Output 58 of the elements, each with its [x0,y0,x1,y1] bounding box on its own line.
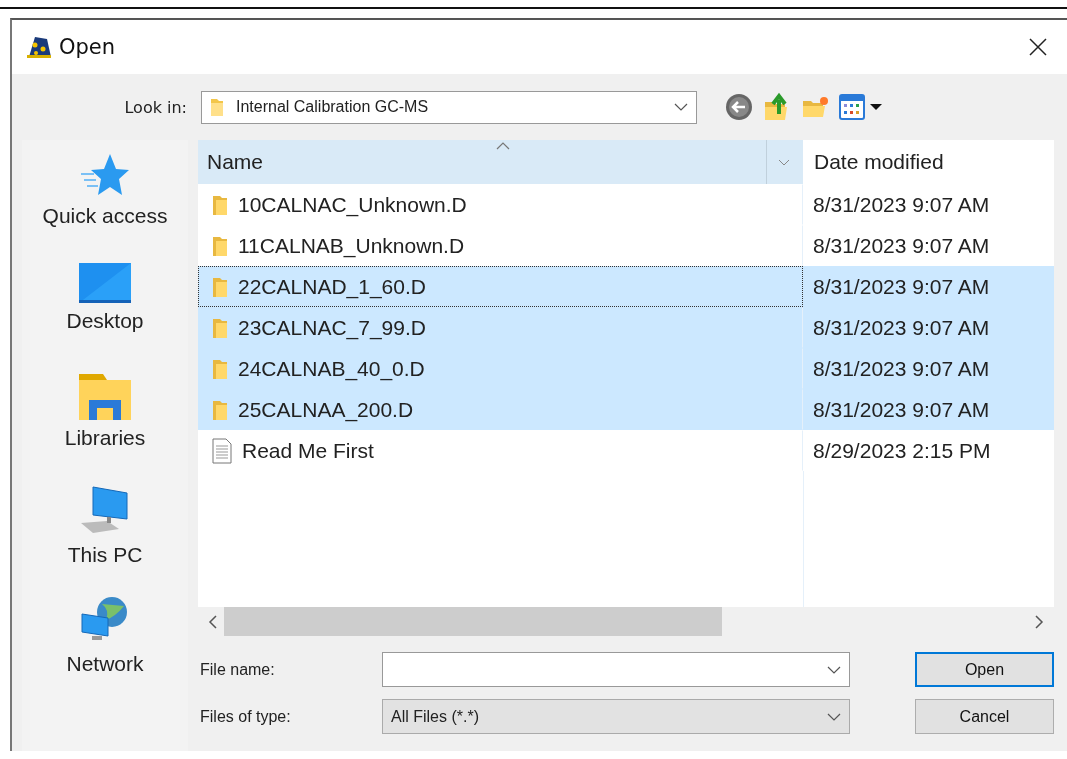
folder-icon [212,275,228,298]
folder-icon [79,374,131,420]
file-name: 23CALNAC_7_99.D [238,315,426,340]
file-name-label: File name: [199,660,276,679]
file-row[interactable]: 24CALNAB_40_0.D 8/31/2023 9:07 AM [198,348,1054,389]
date-cell-text: 8/31/2023 9:07 AM [812,355,991,382]
file-row[interactable]: 10CALNAC_Unknown.D 8/31/2023 9:07 AM [198,184,1054,225]
date-cell-text: 8/31/2023 9:07 AM [812,232,991,259]
file-type-dropdown[interactable]: All Files (*.*) [382,699,850,734]
place-item[interactable]: Desktop [22,263,188,374]
chevron-down-icon[interactable] [674,103,688,111]
monitor-icon [79,263,131,303]
name-column-header[interactable]: Name [198,140,803,184]
file-row[interactable]: Read Me First 8/29/2023 2:15 PM [198,430,1054,471]
date-cell-text: 8/31/2023 9:07 AM [812,314,991,341]
file-name: 10CALNAC_Unknown.D [238,192,467,217]
folder-icon [212,193,228,216]
date-cell-text: 8/31/2023 9:07 AM [812,396,991,423]
date-cell-text: 8/31/2023 9:07 AM [812,191,991,218]
file-row[interactable]: 22CALNAD_1_60.D 8/31/2023 9:07 AM [198,266,1054,307]
date-cell-text: 8/29/2023 2:15 PM [812,437,992,464]
back-icon[interactable] [725,93,753,121]
file-name: 22CALNAD_1_60.D [238,274,426,299]
look-in-dropdown[interactable]: Internal Calibration GC-MS [201,90,697,124]
folder-icon [212,316,228,339]
file-name: 11CALNAB_Unknown.D [238,233,465,258]
file-row[interactable]: 25CALNAA_200.D 8/31/2023 9:07 AM [198,389,1054,430]
date-cell-text: 8/31/2023 9:07 AM [812,273,991,300]
place-item[interactable]: This PC [22,485,188,596]
file-row[interactable]: 23CALNAC_7_99.D 8/31/2023 9:07 AM [198,307,1054,348]
app-icon [25,35,53,59]
place-item[interactable]: Quick access [22,152,188,263]
file-name: 24CALNAB_40_0.D [238,356,425,381]
place-item[interactable]: Network [22,596,188,707]
view-grid-icon[interactable] [839,94,865,120]
date-column-header[interactable]: Date modified [803,140,1054,184]
chevron-down-icon[interactable] [827,665,841,674]
cancel-button[interactable]: Cancel [915,699,1054,734]
look-in-label: Look in: [123,97,188,117]
scrollbar-thumb[interactable] [224,607,722,636]
folder-icon [210,97,224,117]
window-title: Open [59,35,117,59]
file-type-label: Files of type: [199,707,292,726]
file-name-field[interactable] [382,652,850,687]
place-item[interactable]: Libraries [22,374,188,485]
folder-icon [212,234,228,257]
document-icon [212,437,232,464]
close-icon[interactable] [1029,38,1047,56]
folder-icon [212,398,228,421]
chevron-down-icon[interactable] [827,712,841,721]
file-name: 25CALNAA_200.D [238,397,414,422]
scroll-left-icon[interactable] [208,614,218,629]
folder-icon [212,357,228,380]
open-button[interactable]: Open [915,652,1054,687]
file-name: Read Me First [242,438,374,463]
dropdown-arrow-icon[interactable] [869,103,883,111]
scroll-right-icon[interactable] [1034,614,1044,629]
star-icon [80,152,130,198]
